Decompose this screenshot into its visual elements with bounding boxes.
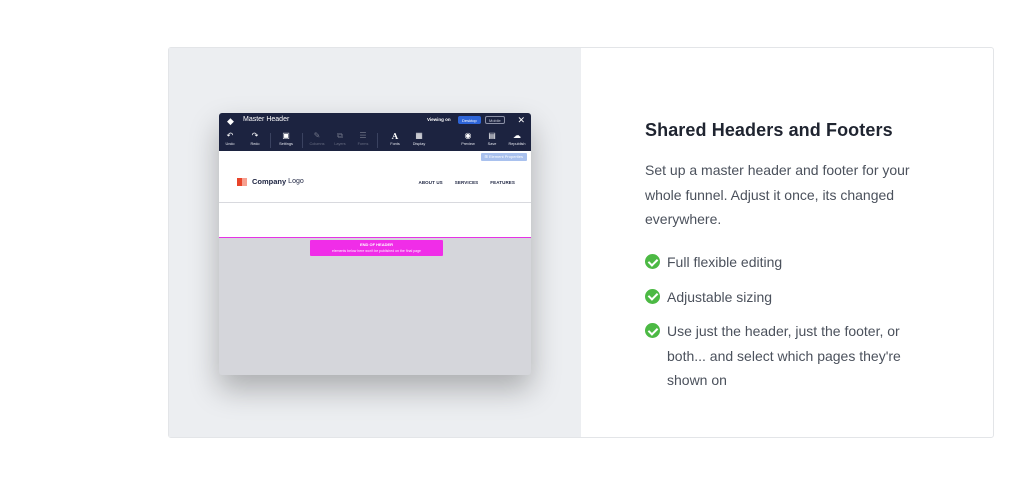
republish-button[interactable]: ☁ Republish — [506, 131, 528, 147]
layers-button[interactable]: ⧉ Layers — [329, 131, 351, 147]
fonts-button[interactable]: A Fonts — [384, 131, 406, 147]
editor-mockup: ◆ Master Header Viewing on Desktop Mobil… — [219, 113, 531, 375]
end-of-header-tag: END OF HEADER elements below here won't … — [310, 240, 443, 256]
floppy-icon: ▤ — [488, 131, 496, 140]
check-circle-icon — [645, 254, 660, 269]
mobile-toggle[interactable]: Mobile — [485, 116, 505, 124]
eye-icon: ◉ — [464, 131, 472, 140]
toolbar-divider — [270, 133, 271, 148]
brand-logo-text: Logo — [288, 178, 304, 185]
settings-button[interactable]: ▣ Settings — [275, 131, 297, 147]
toolbar-divider — [302, 133, 303, 148]
undo-button[interactable]: ↶ Undo — [219, 131, 241, 147]
feature-heading: Shared Headers and Footers — [645, 120, 893, 140]
layers-icon: ⧉ — [337, 131, 343, 140]
editor-toolbar: ◆ Master Header Viewing on Desktop Mobil… — [219, 113, 531, 151]
preview-button[interactable]: ◉ Preview — [457, 131, 479, 147]
brush-icon: ✎ — [313, 131, 321, 140]
site-nav: ABOUT US SERVICES FEATURES — [418, 180, 515, 185]
redo-button[interactable]: ↷ Redo — [244, 131, 266, 147]
nav-services[interactable]: SERVICES — [455, 180, 478, 185]
cloud-upload-icon: ☁ — [513, 131, 521, 140]
preview-panel: ◆ Master Header Viewing on Desktop Mobil… — [169, 48, 581, 437]
element-properties-button[interactable]: ⊞ Element Properties — [480, 153, 527, 161]
check-circle-icon — [645, 288, 660, 304]
check-circle-icon — [645, 323, 660, 338]
list-item: Use just the header, just the footer, or… — [645, 319, 935, 393]
nav-features[interactable]: FEATURES — [490, 180, 515, 185]
feature-list: Full flexible editing Adjustable sizing … — [645, 250, 935, 403]
company-logo[interactable]: Company Logo — [237, 177, 304, 186]
list-item: Full flexible editing — [645, 250, 935, 275]
header-blank-area — [219, 203, 531, 238]
list-icon: ☰ — [359, 131, 367, 140]
properties-bar: ⊞ Element Properties — [219, 151, 531, 163]
nav-about-us[interactable]: ABOUT US — [418, 180, 442, 185]
feature-description-text: Set up a master header and footer for yo… — [645, 162, 910, 227]
feature-description: Shared Headers and Footers Set up a mast… — [581, 48, 993, 437]
brand-company: Company — [252, 177, 287, 186]
desktop-toggle[interactable]: Desktop — [458, 116, 481, 124]
viewing-on-label: Viewing on — [427, 117, 451, 122]
columns-button[interactable]: ✎ Columns — [306, 131, 328, 147]
list-item: Adjustable sizing — [645, 285, 935, 310]
redo-icon: ↷ — [251, 131, 259, 140]
close-icon[interactable]: ✕ — [517, 114, 525, 126]
book-icon — [237, 177, 247, 186]
forms-button[interactable]: ☰ Forms — [352, 131, 374, 147]
save-button[interactable]: ▤ Save — [481, 131, 503, 147]
display-button[interactable]: ▦ Display — [408, 131, 430, 147]
site-header-preview: Company Logo ABOUT US SERVICES FEATURES — [219, 163, 531, 203]
undo-icon: ↶ — [226, 131, 234, 140]
grid-icon: ▦ — [415, 131, 423, 140]
feature-card: ◆ Master Header Viewing on Desktop Mobil… — [168, 47, 994, 438]
editor-title: Master Header — [243, 116, 290, 123]
font-icon: A — [391, 131, 399, 141]
app-logo-icon: ◆ — [227, 116, 234, 126]
window-icon: ▣ — [282, 131, 290, 140]
toolbar-divider — [377, 133, 378, 148]
